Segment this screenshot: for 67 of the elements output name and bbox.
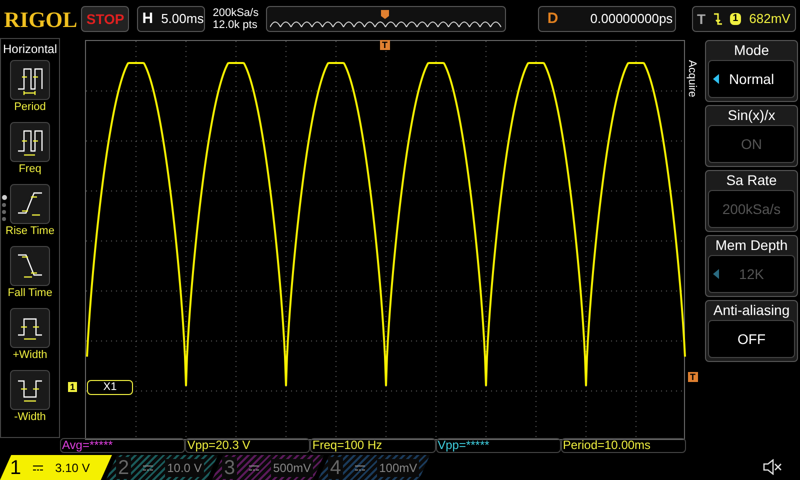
softkey-value-text: ON <box>741 134 762 154</box>
measure-button[interactable] <box>10 308 50 348</box>
trigger-level: 682mV <box>749 10 790 28</box>
softkey-label: Anti-aliasing <box>713 301 790 320</box>
cursor-label[interactable]: X1 <box>87 380 133 395</box>
falling-edge-icon <box>714 12 722 26</box>
delay-value: 0.00000000ps <box>589 10 673 28</box>
measure-button[interactable] <box>10 60 50 100</box>
measure-label: Fall Time <box>8 286 52 300</box>
measure-label: Period <box>14 100 46 114</box>
softkey-label: Mode <box>734 41 770 60</box>
measure-button[interactable] <box>10 122 50 162</box>
measurement-value: Avg=***** <box>60 438 186 453</box>
dc-coupling-icon <box>355 464 366 470</box>
measure-label: -Width <box>14 410 46 424</box>
measurement-value: Freq=100 Hz <box>310 438 436 453</box>
channel-scale: 500mV <box>271 458 314 476</box>
softkey-label: Mem Depth <box>715 236 788 255</box>
sound-muted-icon <box>763 459 783 475</box>
trigger-label: T <box>697 10 706 28</box>
measure-label: +Width <box>12 348 48 362</box>
trigger-position-marker: T <box>380 40 390 50</box>
trigger-level-marker: T <box>688 372 698 382</box>
channel-tab[interactable]: 2 10.0 V <box>106 455 218 480</box>
timebase-display[interactable]: H 5.00ms <box>137 6 205 32</box>
delay-display[interactable]: D 0.00000000ps <box>538 6 676 32</box>
dc-coupling-icon <box>143 464 154 470</box>
channel-scale: 3.10 V <box>55 460 90 476</box>
trigger-position-icon <box>381 10 390 19</box>
softkey-value-text: OFF <box>738 330 766 348</box>
channel-number: 1 <box>10 456 22 478</box>
horizontal-label: H <box>141 8 154 29</box>
dc-coupling-icon <box>249 464 260 470</box>
sample-rate: 200kSa/s <box>212 7 260 19</box>
measure-button[interactable] <box>10 370 50 410</box>
channel-scale: 10.0 V <box>165 458 204 476</box>
timebase-value: 5.00ms <box>160 10 204 28</box>
channel-number: 2 <box>116 456 132 478</box>
delay-label: D <box>546 8 560 29</box>
softkey-label: Sin(x)/x <box>728 106 776 125</box>
measure-button[interactable] <box>10 246 50 286</box>
trigger-display[interactable]: T 1 682mV <box>692 6 796 32</box>
channel-tab[interactable]: 3 500mV <box>212 455 324 480</box>
menu-softkey[interactable]: Mode Normal <box>705 40 798 102</box>
measure-button[interactable] <box>10 184 50 224</box>
brand-logo: RIGOL <box>4 6 78 34</box>
measure-label: Freq <box>18 162 42 176</box>
trigger-channel-badge: 1 <box>730 13 742 25</box>
channel-scale: 100mV <box>377 458 420 476</box>
memory-depth: 12.0k pts <box>212 19 258 31</box>
channel-marker: 1 <box>68 382 78 392</box>
channel-tab[interactable]: 1 3.10 V <box>0 455 112 480</box>
softkey-value-text: 200kSa/s <box>722 200 781 218</box>
channel-number: 4 <box>328 456 344 478</box>
measurement-value: Period=10.00ms <box>560 438 686 453</box>
menu-title: Horizontal <box>2 41 58 58</box>
channel-number: 3 <box>222 456 238 478</box>
channel-tab[interactable]: 4 100mV <box>318 455 430 480</box>
softkey-label: Sa Rate <box>726 171 777 190</box>
measurement-value: Vpp=***** <box>436 438 561 453</box>
softkey-value-text: 12K <box>739 264 764 284</box>
softkey-value-text: Normal <box>728 70 774 88</box>
menu-softkey[interactable]: Anti-aliasing OFF <box>705 300 798 362</box>
menu-title: Acquire <box>688 60 699 98</box>
measure-label: Rise Time <box>6 224 54 238</box>
measurement-value: Vpp=20.3 V <box>185 438 310 453</box>
dc-coupling-icon <box>33 464 44 470</box>
